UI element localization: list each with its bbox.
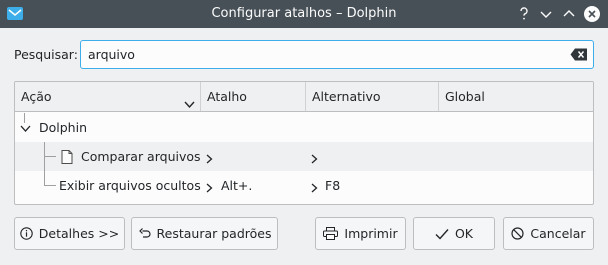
restore-defaults-button[interactable]: Restaurar padrões bbox=[131, 217, 278, 250]
alternative-value[interactable]: F8 bbox=[325, 171, 340, 200]
cancel-button[interactable]: Cancelar bbox=[503, 217, 594, 250]
details-button[interactable]: Detalhes >> bbox=[14, 217, 125, 250]
info-icon bbox=[20, 227, 33, 240]
action-label: Exibir arquivos ocultos bbox=[59, 178, 201, 193]
tree-guide bbox=[44, 171, 45, 186]
shortcut-chevron-icon[interactable] bbox=[206, 181, 213, 196]
close-icon[interactable] bbox=[583, 5, 601, 23]
clear-search-icon[interactable] bbox=[570, 48, 588, 61]
help-icon[interactable] bbox=[515, 5, 533, 23]
expand-chevron-icon[interactable] bbox=[20, 122, 31, 137]
shortcut-chevron-icon[interactable] bbox=[206, 152, 213, 167]
restore-defaults-label: Restaurar padrões bbox=[156, 226, 272, 241]
minimize-icon[interactable] bbox=[537, 5, 555, 23]
column-header-shortcut[interactable]: Atalho bbox=[201, 82, 306, 111]
tree-row[interactable]: Exibir arquivos ocultos Alt+. F8 bbox=[15, 171, 593, 200]
tree-group-label: Dolphin bbox=[39, 120, 87, 135]
print-button-label: Imprimir bbox=[344, 226, 398, 241]
search-label: Pesquisar: bbox=[14, 47, 78, 62]
cancel-button-label: Cancelar bbox=[530, 226, 586, 241]
undo-icon bbox=[138, 227, 151, 240]
ok-button-label: OK bbox=[454, 226, 474, 241]
tree-guide bbox=[44, 185, 56, 186]
tree-group-row[interactable]: Dolphin bbox=[15, 113, 593, 142]
cancel-icon bbox=[511, 227, 525, 240]
title-bar: Configurar atalhos – Dolphin bbox=[0, 0, 608, 28]
ok-button[interactable]: OK bbox=[413, 217, 495, 250]
document-icon bbox=[61, 150, 73, 167]
printer-icon bbox=[323, 227, 339, 240]
checkmark-icon bbox=[435, 228, 449, 240]
column-header-alternative[interactable]: Alternativo bbox=[306, 82, 439, 111]
tree-guide bbox=[44, 156, 56, 157]
details-button-label: Detalhes >> bbox=[38, 226, 120, 241]
shortcuts-tree[interactable]: Ação Atalho Alternativo Global Dolphin C… bbox=[14, 81, 594, 205]
search-input[interactable] bbox=[80, 40, 594, 69]
action-label: Comparar arquivos bbox=[81, 149, 201, 164]
alternative-chevron-icon[interactable] bbox=[311, 181, 318, 196]
maximize-icon[interactable] bbox=[560, 5, 578, 23]
tree-row[interactable]: Comparar arquivos bbox=[15, 142, 593, 171]
alternative-chevron-icon[interactable] bbox=[311, 152, 318, 167]
print-button[interactable]: Imprimir bbox=[315, 217, 406, 250]
column-header-action[interactable]: Ação bbox=[15, 82, 201, 111]
column-header-action-label: Ação bbox=[21, 89, 52, 104]
shortcut-value[interactable]: Alt+. bbox=[221, 171, 252, 200]
tree-header: Ação Atalho Alternativo Global bbox=[15, 82, 593, 112]
column-header-global[interactable]: Global bbox=[439, 82, 593, 111]
